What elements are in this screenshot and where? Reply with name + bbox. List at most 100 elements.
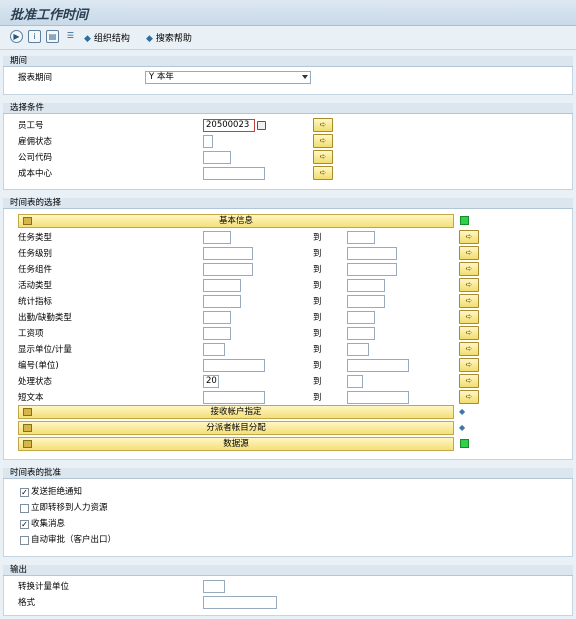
status-green-icon [460, 216, 469, 225]
to-label: 到 [313, 249, 322, 259]
employee-number-field[interactable]: 20500023 [203, 119, 255, 132]
processing-status-label: 处理状态 [18, 377, 53, 387]
multiple-selection-button[interactable]: ➪ [459, 246, 479, 260]
send-rejection-label: 发送拒绝通知 [31, 487, 83, 497]
cost-center-field[interactable] [203, 167, 265, 180]
datasource-toggle[interactable]: 数据源 [18, 437, 454, 451]
activity-type-to[interactable] [347, 279, 385, 292]
multiple-selection-button[interactable]: ➪ [313, 150, 333, 164]
multiple-selection-icon[interactable] [257, 121, 266, 130]
selection-section [3, 114, 573, 190]
to-label: 到 [313, 345, 322, 355]
multiple-selection-button[interactable]: ➪ [313, 166, 333, 180]
wage-type-to[interactable] [347, 327, 375, 340]
org-structure-label: 组织结构 [93, 34, 130, 44]
diamond-icon: ◆ [146, 34, 153, 44]
to-label: 到 [313, 265, 322, 275]
timesheet-section-header: 时间表的选择 [3, 198, 573, 209]
transfer-hr-label: 立即转移到人力资源 [31, 503, 108, 513]
multiple-selection-button[interactable]: ➪ [459, 278, 479, 292]
auto-approve-checkbox[interactable] [20, 536, 29, 545]
company-code-field[interactable] [203, 151, 231, 164]
multiple-selection-button[interactable]: ➪ [459, 374, 479, 388]
task-level-label: 任务级别 [18, 249, 53, 259]
attendance-absence-type-label: 出勤/缺勤类型 [18, 313, 72, 323]
format-label: 格式 [18, 598, 36, 608]
task-type-from[interactable] [203, 231, 231, 244]
unit-conversion-label: 转换计量单位 [18, 582, 70, 592]
title-bar: 批准工作时间 [0, 0, 576, 26]
to-label: 到 [313, 281, 322, 291]
multiple-selection-button[interactable]: ➪ [459, 294, 479, 308]
multiple-selection-button[interactable]: ➪ [313, 118, 333, 132]
employment-status-field[interactable] [203, 135, 213, 148]
processing-status-to[interactable] [347, 375, 363, 388]
multiple-selection-button[interactable]: ➪ [459, 390, 479, 404]
wage-type-from[interactable] [203, 327, 231, 340]
short-text-from[interactable] [203, 391, 265, 404]
task-level-to[interactable] [347, 247, 397, 260]
send-rejection-checkbox[interactable]: ✓ [20, 488, 29, 497]
format-field[interactable] [203, 596, 277, 609]
to-label: 到 [313, 233, 322, 243]
multiple-selection-button[interactable]: ➪ [459, 358, 479, 372]
multiple-selection-button[interactable]: ➪ [459, 310, 479, 324]
folder-icon [23, 217, 32, 225]
task-component-to[interactable] [347, 263, 397, 276]
report-period-select[interactable]: Y 本年 [145, 71, 311, 84]
multiple-selection-button[interactable]: ➪ [459, 326, 479, 340]
folder-icon [23, 440, 32, 448]
page-title: 批准工作时间 [10, 8, 89, 23]
unit-conversion-field[interactable] [203, 580, 225, 593]
receiver-account-toggle[interactable]: 接收帐户指定 [18, 405, 454, 419]
activity-type-from[interactable] [203, 279, 241, 292]
processing-status-from[interactable]: 20 [203, 375, 219, 388]
display-unit-from[interactable] [203, 343, 225, 356]
basic-info-toggle[interactable]: 基本信息 [18, 214, 454, 228]
activity-type-label: 活动类型 [18, 281, 53, 291]
task-component-from[interactable] [203, 263, 253, 276]
to-label: 到 [313, 361, 322, 371]
sender-account-label: 分派者帐目分配 [206, 423, 266, 433]
report-period-label: 报表期间 [18, 73, 53, 83]
output-section-header: 输出 [3, 565, 573, 576]
task-type-to[interactable] [347, 231, 375, 244]
attendance-absence-type-from[interactable] [203, 311, 231, 324]
number-unit-from[interactable] [203, 359, 265, 372]
diamond-icon: ◆ [459, 407, 466, 416]
output-section [3, 576, 573, 616]
number-unit-to[interactable] [347, 359, 409, 372]
display-unit-to[interactable] [347, 343, 369, 356]
diamond-icon: ◆ [459, 423, 466, 432]
diamond-icon: ◆ [84, 34, 91, 44]
transfer-hr-checkbox[interactable] [20, 504, 29, 513]
to-label: 到 [313, 329, 322, 339]
status-green-icon [460, 439, 469, 448]
wage-type-label: 工资项 [18, 329, 44, 339]
short-text-to[interactable] [347, 391, 409, 404]
statistical-key-figure-label: 统计指标 [18, 297, 53, 307]
employment-status-label: 雇佣状态 [18, 137, 53, 147]
company-code-label: 公司代码 [18, 153, 53, 163]
multiple-selection-button[interactable]: ➪ [459, 342, 479, 356]
multiple-selection-button[interactable]: ➪ [459, 262, 479, 276]
multiple-selection-button[interactable]: ➪ [313, 134, 333, 148]
search-help-label: 搜索帮助 [155, 34, 192, 44]
to-label: 到 [313, 377, 322, 387]
statistical-key-figure-to[interactable] [347, 295, 385, 308]
folder-icon [23, 408, 32, 416]
execute-icon[interactable]: ▶ [10, 30, 23, 43]
cost-center-label: 成本中心 [18, 169, 53, 179]
task-level-from[interactable] [203, 247, 253, 260]
org-structure-button[interactable]: ◆ 组织结构 [84, 31, 130, 44]
info-icon[interactable]: i [28, 30, 41, 43]
collect-messages-checkbox[interactable]: ✓ [20, 520, 29, 529]
list-icon[interactable]: ☰ [64, 30, 77, 43]
statistical-key-figure-from[interactable] [203, 295, 241, 308]
sender-account-toggle[interactable]: 分派者帐目分配 [18, 421, 454, 435]
attendance-absence-type-to[interactable] [347, 311, 375, 324]
display-unit-label: 显示单位/计量 [18, 345, 72, 355]
save-variant-icon[interactable]: ▤ [46, 30, 59, 43]
search-help-button[interactable]: ◆ 搜索帮助 [146, 31, 192, 44]
multiple-selection-button[interactable]: ➪ [459, 230, 479, 244]
